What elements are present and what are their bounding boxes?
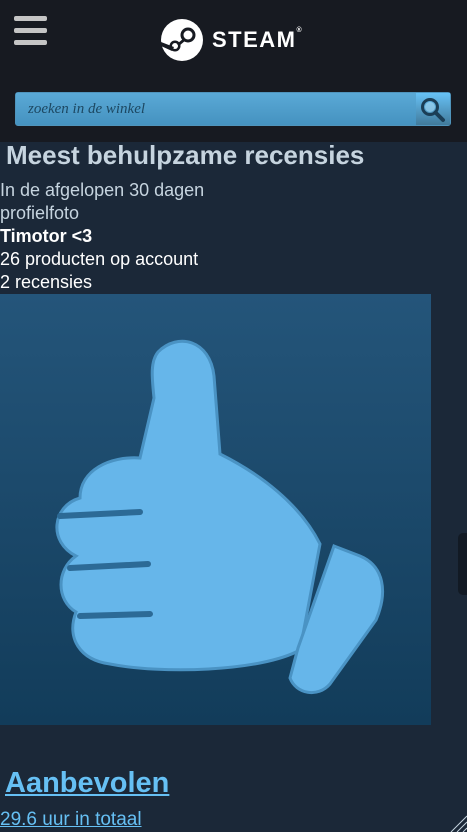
header: STEAM® [0, 0, 467, 142]
recommended-link[interactable]: Aanbevolen [5, 767, 169, 800]
period-label: In de afgelopen 30 dagen [0, 180, 205, 200]
steam-logo-text: STEAM® [212, 27, 302, 52]
steam-logo-icon [161, 19, 203, 61]
avatar-alt-text[interactable]: profielfoto [0, 203, 79, 224]
page-title: Meest behulpzame recensies [6, 140, 365, 170]
hamburger-menu-icon[interactable] [14, 16, 48, 46]
steam-logo[interactable]: STEAM® [160, 18, 302, 62]
thumbs-up-icon [55, 339, 384, 694]
resize-grip-icon[interactable] [447, 812, 467, 832]
hours-played-link[interactable]: 29.6 uur in totaal [0, 809, 142, 831]
products-count: 26 producten op account [0, 249, 199, 269]
reviews-count: 2 recensies [0, 272, 93, 292]
search-icon [421, 98, 445, 122]
search-input[interactable] [16, 93, 416, 125]
recommended-thumb-image [0, 294, 431, 725]
reviewer-name[interactable]: Timotor <3 [0, 226, 92, 247]
side-scroll-handle[interactable] [458, 533, 467, 595]
search-bar [15, 92, 451, 126]
search-button[interactable] [416, 93, 450, 125]
